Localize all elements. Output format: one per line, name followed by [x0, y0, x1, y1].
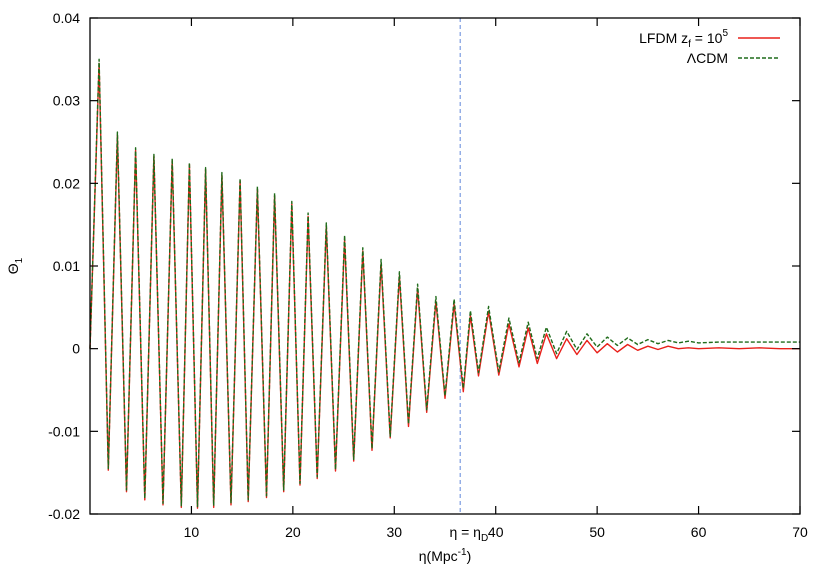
- x-axis-label: η(Mpc-1): [419, 547, 471, 564]
- y-tick-label: -0.02: [48, 506, 80, 522]
- legend-lfdm-name: LFDM z: [639, 30, 688, 46]
- legend-lfdm-rest: = 10: [691, 30, 723, 46]
- legend: LFDM zf = 105ΛCDM: [639, 28, 780, 66]
- decoupling-label-main: η = η: [449, 524, 481, 540]
- x-tick-label: 70: [792, 524, 808, 540]
- x-tick-label: 40: [488, 524, 504, 540]
- y-tick-label: 0: [72, 341, 80, 357]
- decoupling-label-sub: D: [481, 533, 488, 544]
- legend-entry-lfdm: LFDM zf = 105: [639, 28, 728, 50]
- x-axis-label-main: η(Mpc: [419, 548, 458, 564]
- x-axis-label-close: ): [467, 548, 472, 564]
- decoupling-label: η = ηD: [449, 524, 488, 544]
- y-axis-label: Θ1: [5, 257, 25, 274]
- y-tick-label: 0.01: [53, 258, 80, 274]
- y-axis-label-sub: 1: [14, 257, 25, 263]
- y-tick-label: 0.04: [53, 10, 80, 26]
- y-tick-label: 0.02: [53, 175, 80, 191]
- legend-entry-lcdm: ΛCDM: [687, 50, 728, 66]
- x-tick-label: 10: [184, 524, 200, 540]
- x-tick-label: 20: [285, 524, 301, 540]
- x-tick-label: 30: [386, 524, 402, 540]
- y-tick-label: 0.03: [53, 93, 80, 109]
- chart-canvas: 10 20 30 40 50 60 70 -0.02 -0.01 0 0.01 0.02 0.03 0.0…: [5, 10, 808, 564]
- legend-lfdm-sup: 5: [722, 28, 728, 39]
- series-group: [89, 58, 800, 509]
- x-tick-label: 60: [691, 524, 707, 540]
- y-axis-label-main: Θ: [5, 263, 21, 274]
- x-tick-label: 50: [589, 524, 605, 540]
- y-tick-label: -0.01: [48, 423, 80, 439]
